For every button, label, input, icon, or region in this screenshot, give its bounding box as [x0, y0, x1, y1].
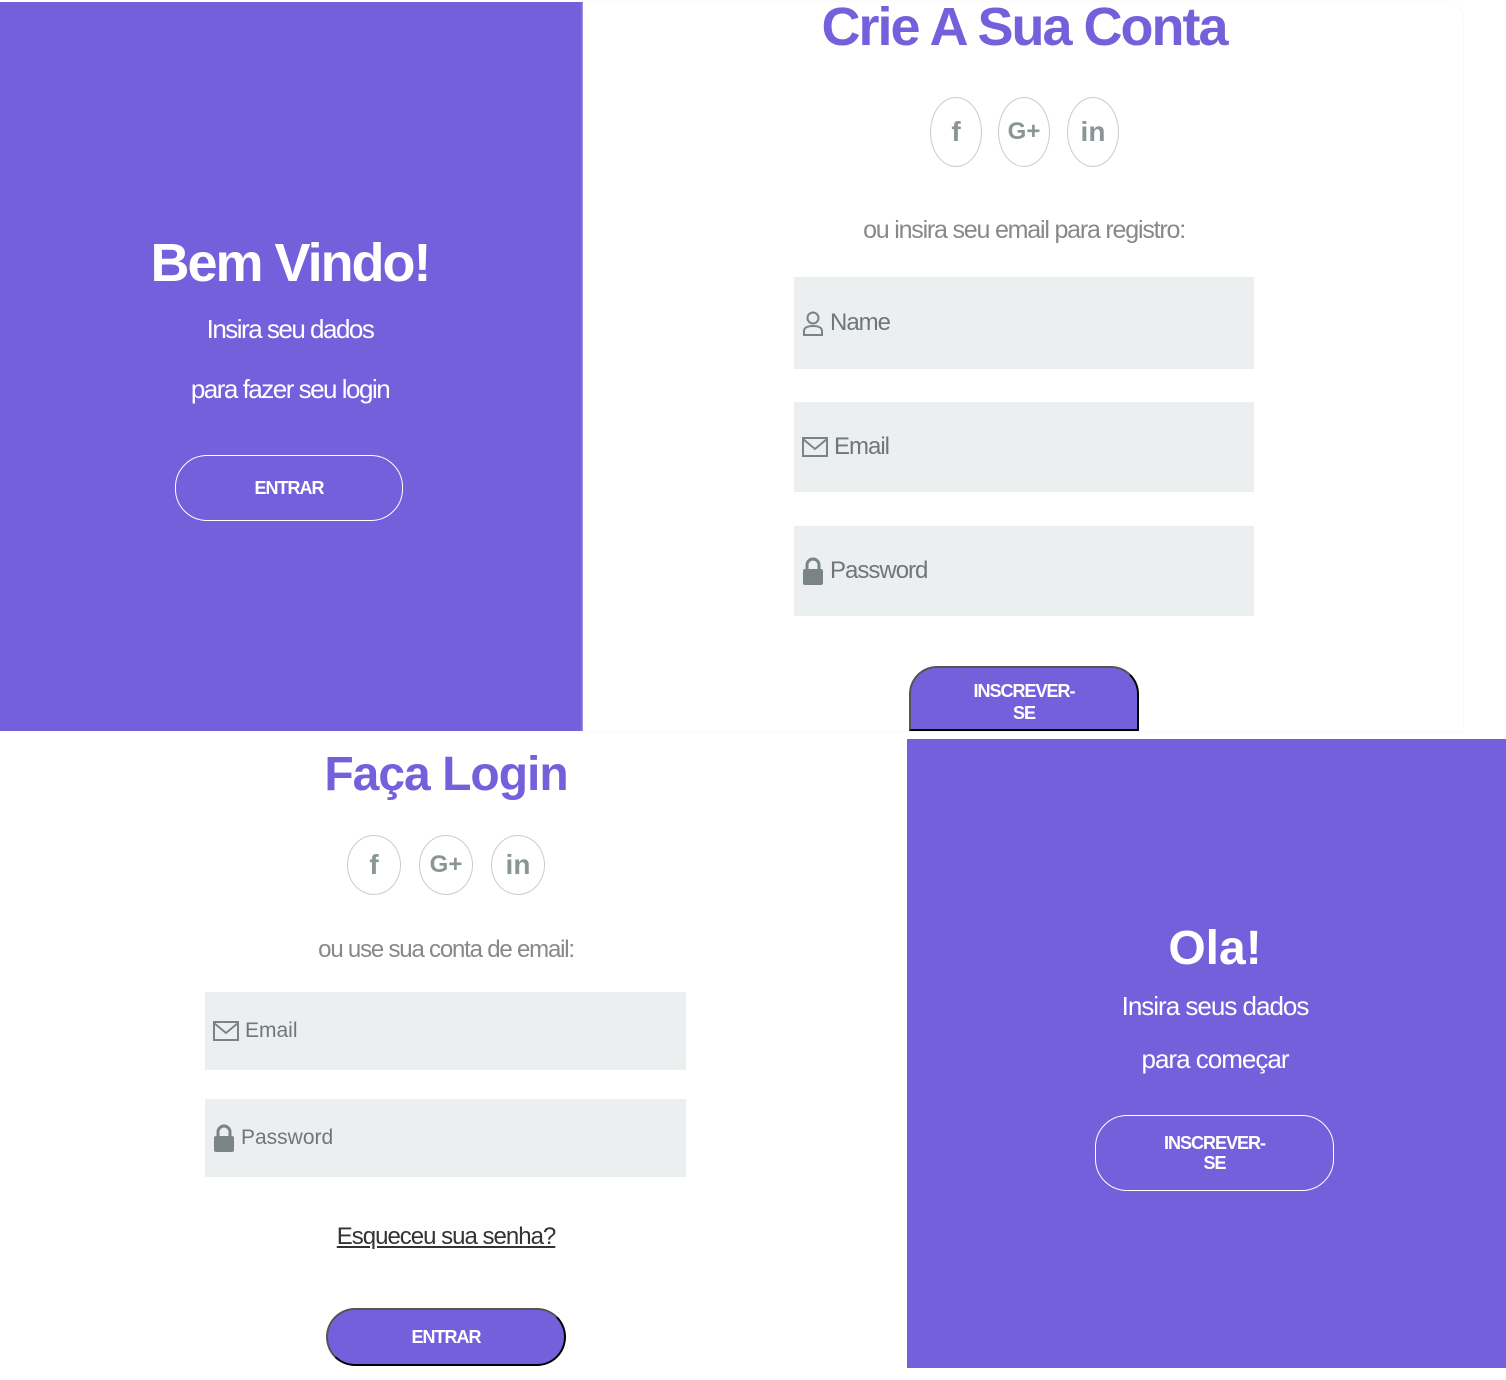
user-icon: [803, 311, 823, 336]
login-password-input[interactable]: Password: [205, 1099, 686, 1177]
signup-name-input[interactable]: Name: [794, 277, 1254, 369]
linkedin-icon[interactable]: in: [491, 835, 545, 895]
hello-title: Ola!: [1168, 922, 1262, 975]
facebook-icon[interactable]: f: [347, 835, 401, 895]
forgot-wrapper: Esqueceu sua senha?: [337, 1223, 557, 1251]
login-entrar-button[interactable]: ENTRAR: [326, 1308, 566, 1366]
signup-title: Crie A Sua Conta: [821, 0, 1228, 57]
hello-inscrever-button[interactable]: INSCREVER- SE: [1095, 1115, 1334, 1191]
welcome-line2: para fazer seu login: [190, 374, 391, 404]
linkedin-icon[interactable]: in: [1067, 97, 1119, 167]
google-plus-icon[interactable]: G+: [419, 835, 473, 895]
welcome-line1: Insira seu dados: [206, 314, 375, 344]
login-form: Faça Login f G+ in ou use sua conta de e…: [0, 731, 907, 1380]
forgot-password-link[interactable]: Esqueceu sua senha?: [337, 1223, 557, 1250]
envelope-icon: [213, 1021, 239, 1041]
login-hint: ou use sua conta de email:: [318, 936, 575, 963]
google-plus-icon[interactable]: G+: [998, 97, 1050, 167]
login-title: Faça Login: [324, 748, 568, 801]
signup-inscrever-button[interactable]: INSCREVER- SE: [909, 666, 1139, 731]
facebook-icon[interactable]: f: [930, 97, 982, 167]
welcome-panel: Bem Vindo! Insira seu dados para fazer s…: [0, 2, 583, 731]
signup-card: Crie A Sua Conta f G+ in ou insira seu e…: [583, 0, 1463, 731]
signup-email-input[interactable]: Email: [794, 402, 1254, 492]
signup-hint: ou insira seu email para registro:: [863, 216, 1186, 244]
hello-line2: para começar: [1141, 1044, 1290, 1074]
login-email-input[interactable]: Email: [205, 992, 686, 1070]
envelope-icon: [802, 437, 828, 457]
hello-line1: Insira seus dados: [1121, 991, 1310, 1021]
hello-panel: Ola! Insira seus dados para começar INSC…: [907, 739, 1506, 1368]
welcome-title: Bem Vindo!: [150, 233, 431, 293]
lock-icon: [803, 557, 823, 585]
signup-password-input[interactable]: Password: [794, 526, 1254, 616]
welcome-entrar-button[interactable]: ENTRAR: [175, 455, 403, 521]
lock-icon: [214, 1124, 234, 1152]
